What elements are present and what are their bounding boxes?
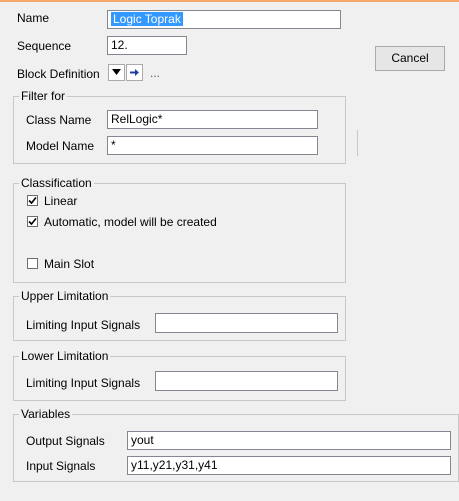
- output-signals-field[interactable]: yout: [127, 431, 451, 450]
- lower-limiting-label: Limiting Input Signals: [26, 376, 141, 390]
- class-name-label: Class Name: [26, 113, 92, 127]
- input-signals-value: y11,y21,y31,y41: [131, 458, 218, 472]
- sequence-field[interactable]: 12.: [107, 36, 187, 55]
- model-name-field[interactable]: *: [107, 136, 318, 155]
- input-signals-field[interactable]: y11,y21,y31,y41: [127, 456, 451, 475]
- sequence-label: Sequence: [17, 39, 72, 53]
- automatic-checkbox[interactable]: [27, 216, 38, 227]
- checkmark-icon: [28, 196, 37, 205]
- output-signals-label: Output Signals: [26, 434, 105, 448]
- checkmark-icon: [28, 217, 37, 226]
- block-definition-label: Block Definition: [17, 67, 100, 81]
- cancel-button[interactable]: Cancel: [375, 46, 445, 71]
- block-definition-dropdown-button[interactable]: [108, 64, 125, 81]
- arrow-right-icon: [130, 69, 139, 76]
- sequence-value: 12.: [111, 38, 128, 52]
- main-slot-checkbox[interactable]: [27, 258, 38, 269]
- name-label: Name: [17, 11, 50, 25]
- upper-limiting-label: Limiting Input Signals: [26, 318, 141, 332]
- block-definition-jump-button[interactable]: [126, 64, 143, 81]
- divider: [357, 130, 358, 156]
- upper-limiting-field[interactable]: [155, 313, 338, 333]
- variables-group-title: Variables: [19, 407, 73, 421]
- triangle-down-icon: [112, 69, 121, 75]
- linear-label: Linear: [44, 194, 78, 208]
- upper-limitation-title: Upper Limitation: [19, 289, 111, 303]
- input-signals-label: Input Signals: [26, 459, 96, 473]
- top-accent-line: [0, 0, 459, 2]
- class-name-value: RelLogic*: [111, 112, 163, 126]
- model-name-value: *: [111, 138, 116, 152]
- output-signals-value: yout: [131, 433, 154, 447]
- name-field[interactable]: Logic Toprak: [107, 10, 341, 29]
- lower-limiting-field[interactable]: [155, 371, 338, 391]
- automatic-label: Automatic, model will be created: [44, 215, 217, 229]
- block-definition-ellipsis[interactable]: ...: [150, 66, 160, 80]
- lower-limitation-title: Lower Limitation: [19, 349, 111, 363]
- name-value: Logic Toprak: [111, 12, 183, 26]
- main-slot-label: Main Slot: [44, 257, 95, 271]
- filter-group-title: Filter for: [19, 89, 68, 103]
- classification-group-title: Classification: [19, 176, 94, 190]
- model-name-label: Model Name: [26, 139, 95, 153]
- linear-checkbox[interactable]: [27, 195, 38, 206]
- class-name-field[interactable]: RelLogic*: [107, 110, 318, 129]
